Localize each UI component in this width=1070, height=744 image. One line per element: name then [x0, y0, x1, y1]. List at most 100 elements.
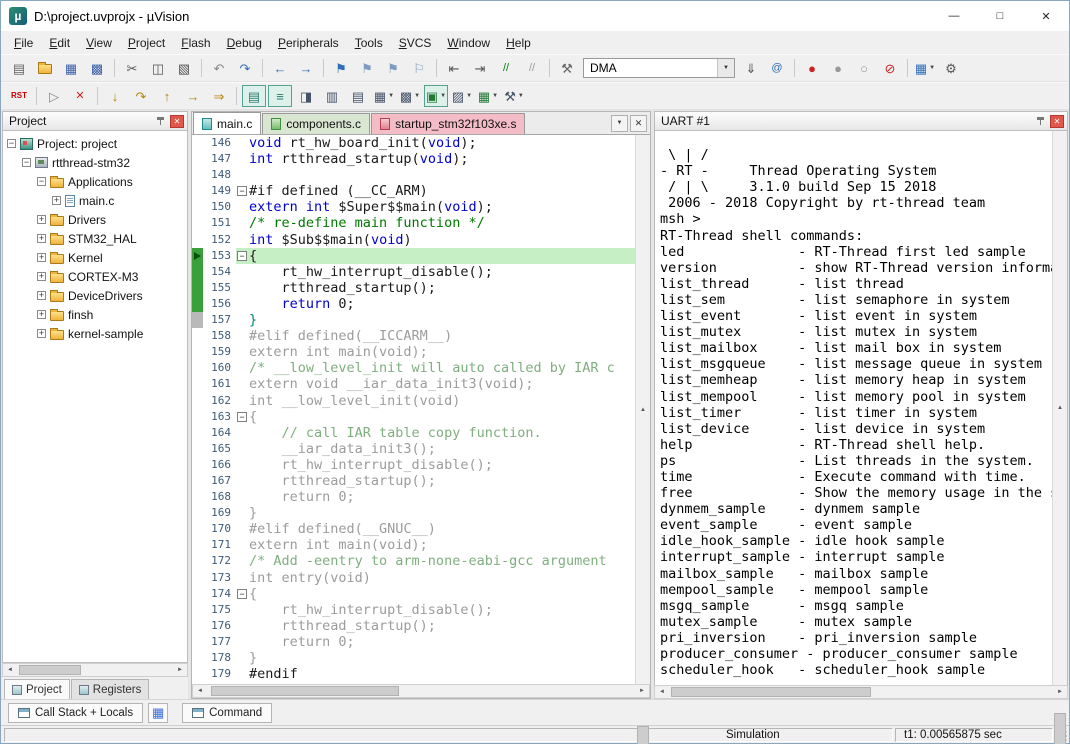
collapse-icon[interactable]: − — [37, 177, 46, 186]
menu-window[interactable]: Window — [439, 33, 498, 53]
run-button[interactable]: ▷ — [42, 85, 66, 107]
select-target-combo[interactable]: DMA▼ — [583, 58, 735, 78]
new-file-button[interactable]: ▤ — [7, 57, 31, 79]
scrollbar-track[interactable] — [669, 686, 1053, 698]
run-to-cursor-button[interactable]: → — [181, 85, 205, 107]
uart-panel-close-icon[interactable]: ✕ — [1050, 115, 1064, 128]
editor-margin[interactable] — [192, 151, 203, 167]
reset-button[interactable]: RST — [7, 85, 31, 107]
options-for-target-button[interactable]: ⚒ — [555, 57, 579, 79]
code-text[interactable]: int $Sub$$main(void) — [249, 232, 635, 248]
editor-margin[interactable] — [192, 505, 203, 521]
minimize-button[interactable]: — — [931, 1, 977, 31]
fold-toggle-icon[interactable]: − — [237, 251, 247, 261]
fold-toggle-icon[interactable]: − — [237, 589, 247, 599]
code-text[interactable]: int entry(void) — [249, 570, 635, 586]
navigate-forward-button[interactable]: → — [294, 57, 318, 79]
code-text[interactable]: extern int main(void); — [249, 537, 635, 553]
editor-margin[interactable] — [192, 570, 203, 586]
disable-breakpoint-button[interactable]: ● — [826, 57, 850, 79]
step-over-button[interactable]: ↷ — [129, 85, 153, 107]
code-text[interactable]: } — [249, 505, 635, 521]
scrollbar-thumb[interactable] — [637, 726, 649, 744]
toggle-breakpoint-button[interactable]: ● — [800, 57, 824, 79]
code-text[interactable]: extern int main(void); — [249, 344, 635, 360]
tree-item-drivers[interactable]: +Drivers — [3, 210, 187, 229]
expand-icon[interactable]: + — [37, 329, 46, 338]
command-window-button[interactable]: ▤ — [242, 85, 266, 107]
menu-help[interactable]: Help — [498, 33, 539, 53]
code-text[interactable]: { — [249, 586, 635, 602]
show-next-statement-button[interactable]: ⇒ — [207, 85, 231, 107]
code-text[interactable]: #endif — [249, 666, 635, 682]
open-file-button[interactable] — [33, 57, 57, 79]
menu-flash[interactable]: Flash — [173, 33, 218, 53]
expand-icon[interactable]: + — [37, 272, 46, 281]
editor-margin[interactable] — [192, 521, 203, 537]
code-text[interactable]: #if defined (__CC_ARM) — [249, 183, 635, 199]
editor-margin[interactable] — [192, 360, 203, 376]
find-in-files-button[interactable]: @ — [765, 57, 789, 79]
maximize-button[interactable]: □ — [977, 1, 1023, 31]
tab-list-dropdown-button[interactable]: ▼ — [611, 115, 628, 132]
bookmark-toggle-button[interactable]: ⚑ — [329, 57, 353, 79]
tree-item-project-project[interactable]: −Project: project — [3, 134, 187, 153]
collapse-icon[interactable]: − — [22, 158, 31, 167]
code-text[interactable]: extern void __iar_data_init3(void); — [249, 376, 635, 392]
editor-tab-startup-stm32f103xe-s[interactable]: startup_stm32f103xe.s — [371, 113, 525, 134]
tree-item-rtthread-stm32[interactable]: −rtthread-stm32 — [3, 153, 187, 172]
indent-button[interactable]: ⇥ — [468, 57, 492, 79]
editor-margin[interactable] — [192, 312, 203, 328]
code-text[interactable]: /* __low_level_init will auto called by … — [249, 360, 635, 376]
code-text[interactable] — [249, 167, 635, 183]
fold-toggle-icon[interactable]: − — [237, 186, 247, 196]
code-text[interactable]: int __low_level_init(void) — [249, 393, 635, 409]
editor-margin[interactable] — [192, 666, 203, 682]
project-panel-close-icon[interactable]: ✕ — [170, 115, 184, 128]
kill-all-breakpoints-button[interactable]: ⊘ — [878, 57, 902, 79]
editor-margin[interactable] — [192, 602, 203, 618]
code-text[interactable]: { — [249, 248, 635, 264]
editor-margin[interactable] — [192, 215, 203, 231]
editor-margin[interactable] — [192, 248, 203, 264]
copy-button[interactable]: ◫ — [146, 57, 170, 79]
dropdown-arrow-icon[interactable]: ▼ — [492, 93, 498, 99]
uncomment-button[interactable]: // — [520, 57, 544, 79]
watch-window-button[interactable]: ▦▼ — [372, 85, 396, 107]
menu-project[interactable]: Project — [120, 33, 173, 53]
tree-item-stm32-hal[interactable]: +STM32_HAL — [3, 229, 187, 248]
toolbox-button[interactable]: ⚒▼ — [502, 85, 526, 107]
editor-margin[interactable] — [192, 167, 203, 183]
code-text[interactable]: } — [249, 312, 635, 328]
configure-button[interactable]: ⚙ — [939, 57, 963, 79]
editor-margin[interactable] — [192, 296, 203, 312]
system-viewer-button[interactable]: ▦▼ — [476, 85, 500, 107]
dropdown-arrow-icon[interactable]: ▼ — [414, 93, 420, 99]
code-text[interactable]: __iar_data_init3(); — [249, 441, 635, 457]
menu-debug[interactable]: Debug — [219, 33, 270, 53]
editor-margin[interactable] — [192, 553, 203, 569]
editor-tab-main-c[interactable]: main.c — [193, 112, 261, 134]
paste-button[interactable]: ▧ — [172, 57, 196, 79]
scrollbar-thumb[interactable] — [1054, 713, 1066, 744]
scroll-up-icon[interactable]: ▲ — [636, 135, 650, 684]
disassembly-window-button[interactable]: ≡ — [268, 85, 292, 107]
editor-margin[interactable] — [192, 135, 203, 151]
scroll-left-icon[interactable]: ◄ — [193, 685, 207, 697]
code-text[interactable]: void rt_hw_board_init(void); — [249, 135, 635, 151]
tree-item-kernel[interactable]: +Kernel — [3, 248, 187, 267]
memory-window-button[interactable]: ▩▼ — [398, 85, 422, 107]
tree-item-kernel-sample[interactable]: +kernel-sample — [3, 324, 187, 343]
project-horizontal-scrollbar[interactable]: ◄ ► — [2, 663, 188, 677]
code-text[interactable]: rt_hw_interrupt_disable(); — [249, 457, 635, 473]
expand-icon[interactable]: + — [52, 196, 61, 205]
code-text[interactable]: return 0; — [249, 296, 635, 312]
flash-download-button[interactable]: ⇓ — [739, 57, 763, 79]
save-button[interactable]: ▦ — [59, 57, 83, 79]
pin-icon[interactable] — [1036, 116, 1045, 126]
editor-margin[interactable] — [192, 328, 203, 344]
code-text[interactable]: { — [249, 409, 635, 425]
registers-window-button[interactable]: ▥ — [320, 85, 344, 107]
dropdown-arrow-icon[interactable]: ▼ — [929, 65, 935, 71]
dropdown-arrow-icon[interactable]: ▼ — [440, 93, 446, 99]
